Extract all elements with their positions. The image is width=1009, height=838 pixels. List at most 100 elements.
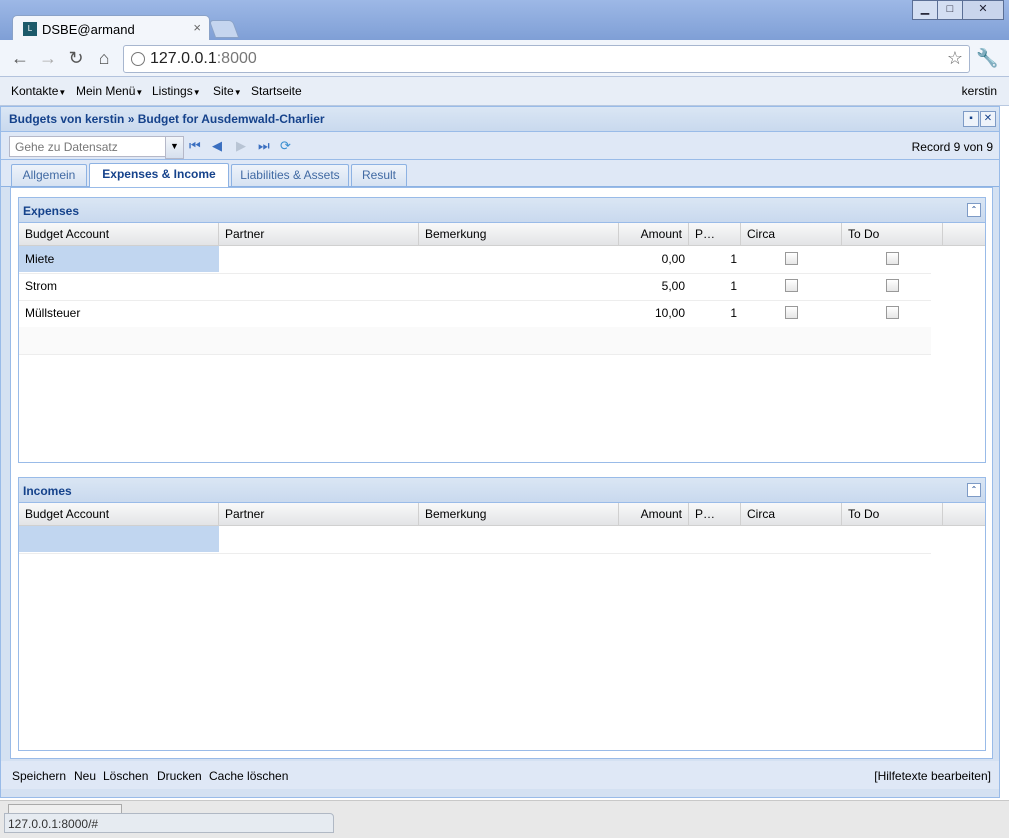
table-row[interactable]: Strom 5,00 1 bbox=[19, 273, 931, 301]
budget-panel: Budgets von kerstin » Budget for Ausdemw… bbox=[0, 106, 1000, 798]
tab-liabilities-assets[interactable]: Liabilities & Assets bbox=[231, 164, 349, 186]
menu-listings[interactable]: Listings▼ bbox=[152, 84, 201, 98]
empty-phantom-row[interactable] bbox=[19, 327, 931, 355]
incomes-grid-header: Incomes ⌃ bbox=[19, 478, 985, 503]
pin-icon[interactable]: ▪ bbox=[963, 111, 979, 127]
col-circa[interactable]: Circa bbox=[741, 223, 842, 245]
tab-body: Expenses ⌃ Budget Account Partner Bemerk… bbox=[10, 187, 993, 759]
col-budget-account[interactable]: Budget Account bbox=[19, 223, 219, 245]
record-counter: Record 9 von 9 bbox=[911, 140, 993, 154]
goto-record-input[interactable]: Gehe zu Datensatz bbox=[9, 136, 167, 157]
dropdown-arrow-icon: ▼ bbox=[233, 88, 242, 97]
action-bar: Speichern Neu Löschen Drucken Cache lösc… bbox=[1, 761, 999, 789]
current-user[interactable]: kerstin bbox=[962, 84, 997, 98]
empty-phantom-row[interactable] bbox=[19, 526, 931, 554]
menu-site[interactable]: Site▼ bbox=[213, 84, 242, 98]
dropdown-arrow-icon: ▼ bbox=[135, 88, 144, 97]
tab-close-icon[interactable]: × bbox=[193, 20, 201, 35]
table-row[interactable]: Miete 0,00 1 bbox=[19, 246, 931, 274]
save-button[interactable]: Speichern bbox=[12, 769, 66, 783]
col-budget-account[interactable]: Budget Account bbox=[19, 503, 219, 525]
cell-periods[interactable]: 1 bbox=[689, 273, 741, 299]
tab-allgemein[interactable]: Allgemein bbox=[11, 164, 87, 186]
tab-expenses-income[interactable]: Expenses & Income bbox=[89, 163, 229, 187]
col-circa[interactable]: Circa bbox=[741, 503, 842, 525]
tab-strip: Allgemein Expenses & Income Liabilities … bbox=[1, 160, 999, 187]
menu-mein-menue[interactable]: Mein Menü▼ bbox=[76, 84, 143, 98]
incomes-grid: Incomes ⌃ Budget Account Partner Bemerku… bbox=[18, 477, 986, 751]
dropdown-arrow-icon: ▼ bbox=[58, 88, 67, 97]
cell-amount[interactable]: 5,00 bbox=[619, 273, 689, 299]
reload-icon[interactable]: ↻ bbox=[66, 48, 86, 68]
cell-account[interactable]: Müllsteuer bbox=[19, 300, 219, 326]
col-bemerkung[interactable]: Bemerkung bbox=[419, 223, 619, 245]
expenses-grid-header: Expenses ⌃ bbox=[19, 198, 985, 223]
panel-header: Budgets von kerstin » Budget for Ausdemw… bbox=[1, 107, 999, 132]
circa-checkbox[interactable] bbox=[785, 279, 798, 292]
clear-cache-button[interactable]: Cache löschen bbox=[209, 769, 288, 783]
incomes-title: Incomes bbox=[23, 484, 72, 498]
prev-record-icon[interactable]: ◀ bbox=[212, 139, 222, 153]
circa-checkbox[interactable] bbox=[785, 252, 798, 265]
tab-result[interactable]: Result bbox=[351, 164, 407, 186]
print-button[interactable]: Drucken bbox=[157, 769, 202, 783]
col-periods[interactable]: P… bbox=[689, 503, 741, 525]
first-record-icon[interactable]: ⏮ bbox=[189, 139, 201, 153]
page-title: Budgets von kerstin » Budget for Ausdemw… bbox=[9, 112, 325, 126]
chevron-down-icon[interactable]: ▼ bbox=[165, 136, 184, 159]
todo-checkbox[interactable] bbox=[886, 306, 899, 319]
bottom-area: 127.0.0.1:8000/# bbox=[0, 800, 1009, 838]
col-amount[interactable]: Amount bbox=[619, 223, 689, 245]
circa-checkbox[interactable] bbox=[785, 306, 798, 319]
maximize-button[interactable]: □ bbox=[937, 0, 963, 20]
col-amount[interactable]: Amount bbox=[619, 503, 689, 525]
cell-periods[interactable]: 1 bbox=[689, 300, 741, 326]
collapse-icon[interactable]: ⌃ bbox=[967, 203, 981, 217]
bookmark-star-icon[interactable]: ☆ bbox=[947, 48, 963, 69]
cell-periods[interactable]: 1 bbox=[689, 246, 741, 272]
menu-kontakte[interactable]: Kontakte▼ bbox=[11, 84, 66, 98]
expenses-grid: Expenses ⌃ Budget Account Partner Bemerk… bbox=[18, 197, 986, 463]
forward-icon[interactable]: → bbox=[38, 48, 58, 68]
home-icon[interactable]: ⌂ bbox=[94, 48, 114, 68]
menu-startseite[interactable]: Startseite bbox=[251, 84, 302, 98]
wrench-icon[interactable]: 🔧 bbox=[976, 48, 998, 69]
close-window-button[interactable]: ✕ bbox=[962, 0, 1004, 20]
cell-account[interactable]: Miete bbox=[19, 246, 219, 272]
delete-button[interactable]: Löschen bbox=[103, 769, 148, 783]
collapse-icon[interactable]: ⌃ bbox=[967, 483, 981, 497]
new-button[interactable]: Neu bbox=[74, 769, 96, 783]
status-url: 127.0.0.1:8000/# bbox=[4, 813, 334, 833]
col-todo[interactable]: To Do bbox=[842, 223, 943, 245]
back-icon[interactable]: ← bbox=[10, 48, 30, 68]
address-bar[interactable]: 127.0.0.1:8000 ☆ bbox=[123, 45, 970, 73]
next-record-icon[interactable]: ▶ bbox=[236, 139, 246, 153]
col-todo[interactable]: To Do bbox=[842, 503, 943, 525]
minimize-button[interactable]: ▁ bbox=[912, 0, 938, 20]
todo-checkbox[interactable] bbox=[886, 252, 899, 265]
col-periods[interactable]: P… bbox=[689, 223, 741, 245]
new-tab-button[interactable] bbox=[208, 20, 240, 38]
globe-icon bbox=[131, 52, 145, 66]
browser-toolbar: ← → ↻ ⌂ 127.0.0.1:8000 ☆ 🔧 bbox=[0, 40, 1009, 77]
refresh-icon[interactable]: ⟳ bbox=[280, 139, 291, 153]
browser-titlebar: L DSBE@armand × ▁ □ ✕ bbox=[0, 0, 1009, 42]
cell-amount[interactable]: 10,00 bbox=[619, 300, 689, 326]
col-partner[interactable]: Partner bbox=[219, 223, 419, 245]
last-record-icon[interactable]: ⏭ bbox=[258, 139, 270, 153]
main-menubar: Kontakte▼ Mein Menü▼ Listings▼ Site▼ Sta… bbox=[0, 77, 1009, 106]
expenses-column-header: Budget Account Partner Bemerkung Amount … bbox=[19, 223, 985, 246]
browser-tab[interactable]: L DSBE@armand × bbox=[12, 15, 210, 42]
cell-account[interactable]: Strom bbox=[19, 273, 219, 299]
col-partner[interactable]: Partner bbox=[219, 503, 419, 525]
edit-help-texts-link[interactable]: [Hilfetexte bearbeiten] bbox=[874, 769, 991, 783]
cell-account[interactable] bbox=[19, 526, 219, 552]
col-bemerkung[interactable]: Bemerkung bbox=[419, 503, 619, 525]
cell-amount[interactable]: 0,00 bbox=[619, 246, 689, 272]
close-icon[interactable]: ✕ bbox=[980, 111, 996, 127]
dropdown-arrow-icon: ▼ bbox=[192, 88, 201, 97]
todo-checkbox[interactable] bbox=[886, 279, 899, 292]
record-navbar: Gehe zu Datensatz ▼ ⏮ ◀ ▶ ⏭ ⟳ Record 9 v… bbox=[1, 132, 999, 160]
table-row[interactable]: Müllsteuer 10,00 1 bbox=[19, 300, 931, 328]
expenses-title: Expenses bbox=[23, 204, 80, 218]
